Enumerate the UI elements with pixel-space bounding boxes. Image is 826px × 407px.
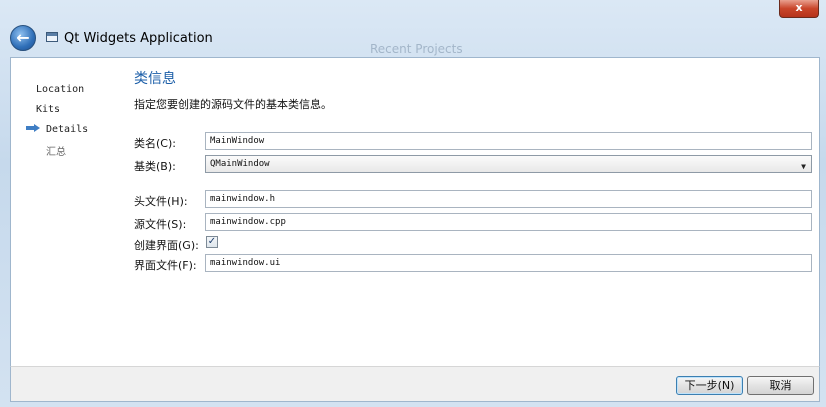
source-file-label: 源文件(S): xyxy=(134,218,187,231)
base-class-label: 基类(B): xyxy=(134,160,176,173)
class-name-input[interactable]: MainWindow xyxy=(205,132,812,150)
window-title: Qt Widgets Application xyxy=(64,31,213,46)
class-name-label: 类名(C): xyxy=(134,137,176,150)
background-ghost-text: Recent Projects xyxy=(370,42,463,56)
header-file-input[interactable]: mainwindow.h xyxy=(205,190,812,208)
generate-form-label: 创建界面(G): xyxy=(134,239,199,252)
chevron-down-icon: ▼ xyxy=(801,162,806,171)
nav-item-summary: 汇总 xyxy=(46,147,66,158)
base-class-value: QMainWindow xyxy=(210,159,270,169)
back-button[interactable]: ← xyxy=(10,25,36,51)
form-file-input[interactable]: mainwindow.ui xyxy=(205,254,812,272)
nav-item-location: Location xyxy=(36,84,85,95)
nav-item-details: Details xyxy=(46,124,89,135)
close-button[interactable]: x xyxy=(779,0,819,18)
base-class-select[interactable]: QMainWindow ▼ xyxy=(205,155,812,173)
generate-form-checkbox[interactable]: ✓ xyxy=(206,236,218,248)
check-icon: ✓ xyxy=(207,236,217,247)
arrow-right-icon xyxy=(26,124,40,132)
source-file-input[interactable]: mainwindow.cpp xyxy=(205,213,812,231)
cancel-button[interactable]: 取消 xyxy=(747,376,814,395)
page-subtitle: 指定您要创建的源码文件的基本类信息。 xyxy=(134,98,332,111)
window-icon xyxy=(46,32,58,42)
header-file-label: 头文件(H): xyxy=(134,195,188,208)
nav-item-kits: Kits xyxy=(36,104,61,115)
form-file-label: 界面文件(F): xyxy=(134,259,197,272)
back-arrow-icon: ← xyxy=(16,28,30,47)
page-heading: 类信息 xyxy=(134,71,176,87)
next-button[interactable]: 下一步(N) xyxy=(676,376,743,395)
wizard-content xyxy=(10,57,820,367)
